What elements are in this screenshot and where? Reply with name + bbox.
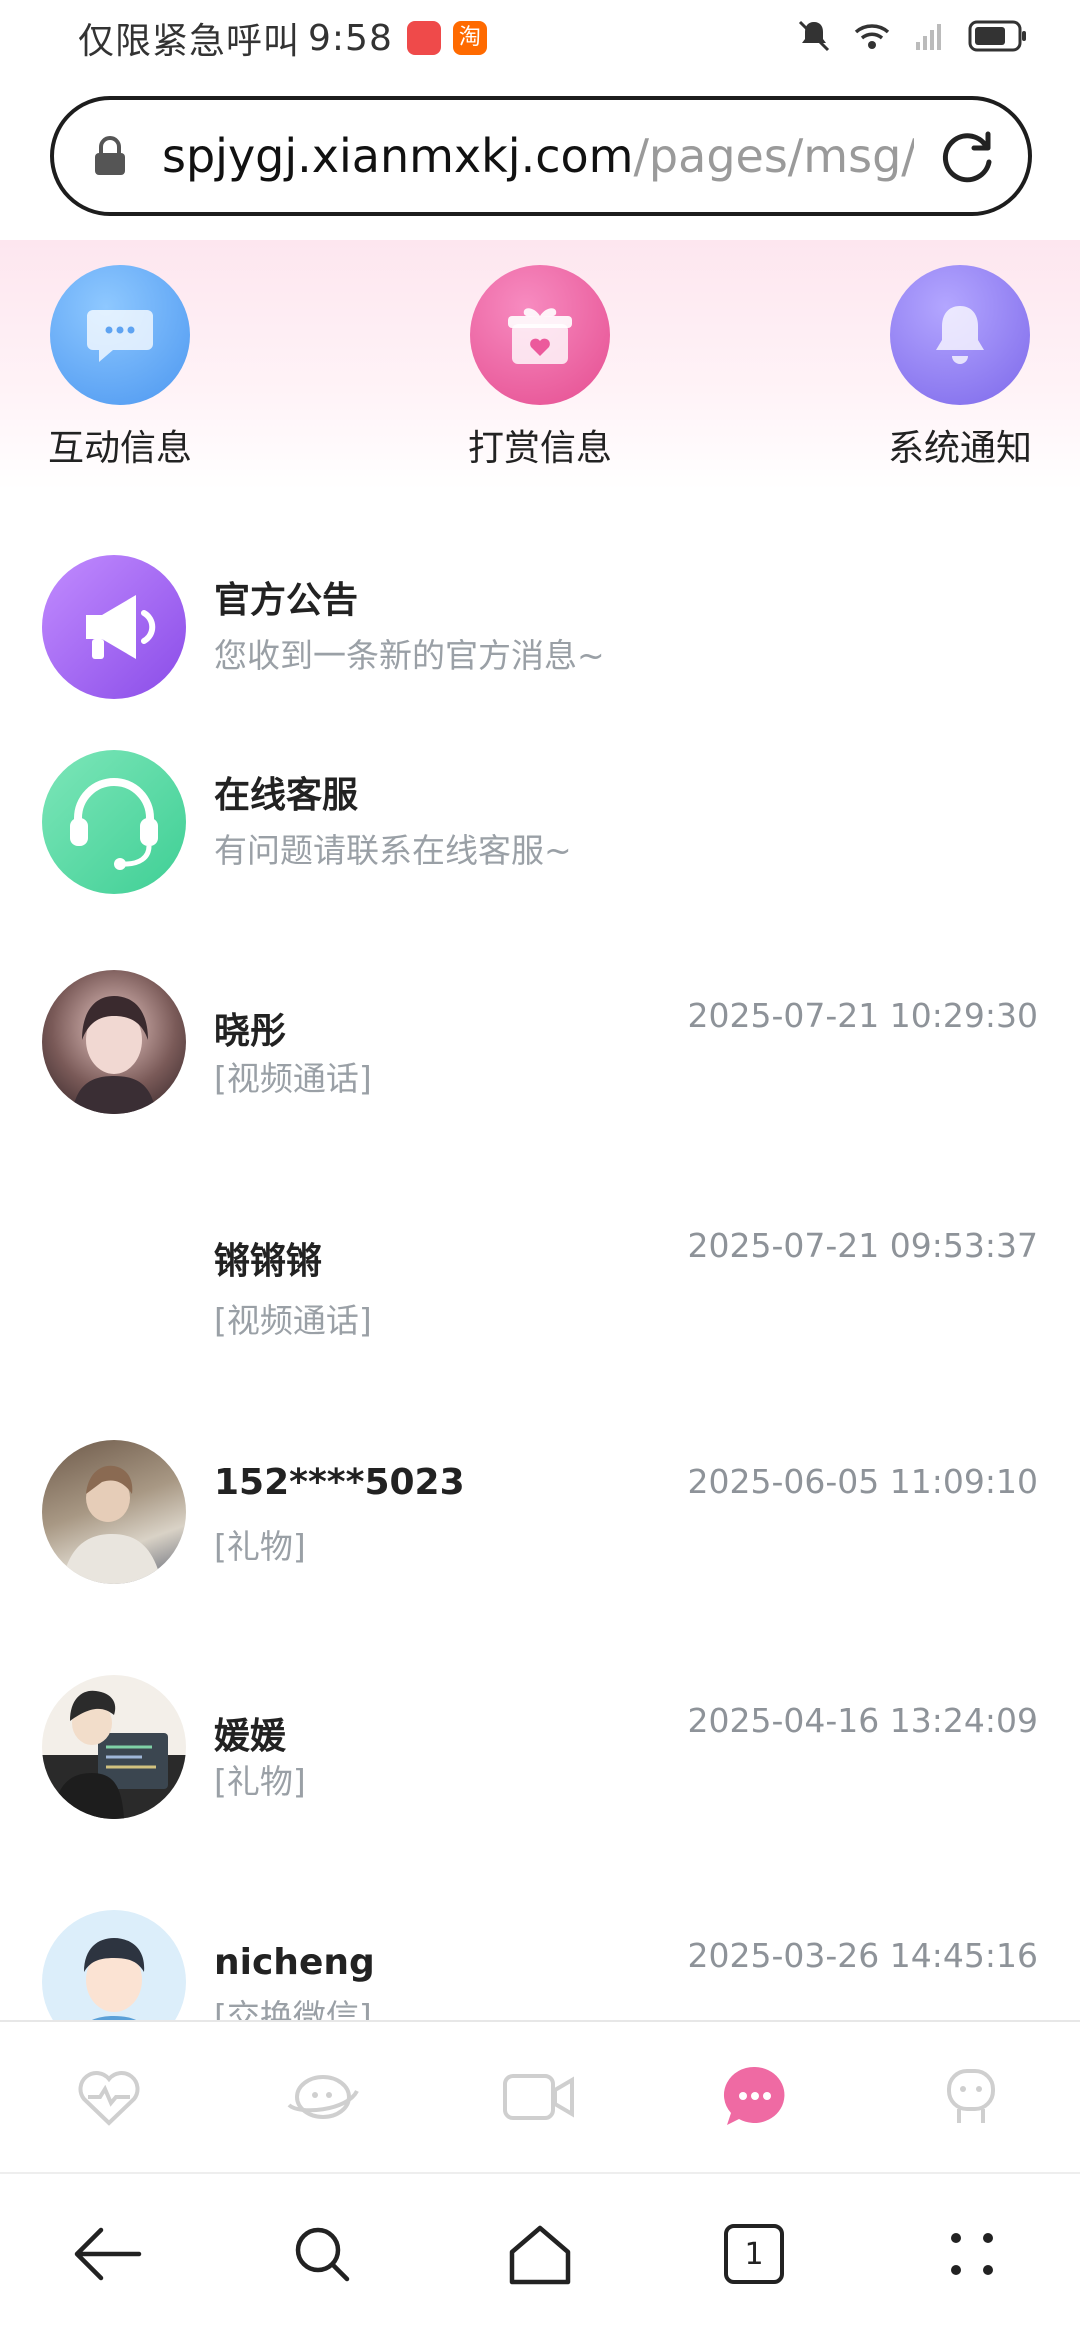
back-arrow-icon bbox=[74, 2227, 142, 2281]
avatar bbox=[42, 1910, 186, 2020]
conversation-time: 2025-03-26 14:45:16 bbox=[687, 1936, 1038, 1975]
conversation-preview: [视频通话] bbox=[214, 1301, 372, 1340]
chat-bubble-icon bbox=[50, 265, 190, 405]
conversation-time: 2025-07-21 09:53:37 bbox=[687, 1226, 1038, 1265]
reload-icon[interactable] bbox=[936, 124, 1000, 188]
gift-icon bbox=[470, 265, 610, 405]
search-icon bbox=[295, 2227, 350, 2282]
home-icon bbox=[509, 2225, 571, 2285]
reward-messages-button[interactable]: 打赏信息 bbox=[440, 265, 640, 471]
conversation-time: 2025-07-21 10:29:30 bbox=[687, 996, 1038, 1035]
clock: 9:58 bbox=[308, 17, 393, 59]
browser-navigation-bar: 1 bbox=[0, 2172, 1080, 2340]
conversation-name: 152****5023 bbox=[214, 1462, 465, 1503]
menu-button[interactable] bbox=[932, 2214, 1012, 2294]
conversation-preview: [礼物] bbox=[214, 1527, 306, 1566]
tab-profile[interactable] bbox=[926, 2052, 1016, 2142]
address-bar[interactable]: spjygj.xianmxkj.com/pages/msg/i bbox=[50, 96, 1032, 216]
tab-planet[interactable] bbox=[278, 2052, 368, 2142]
search-button[interactable] bbox=[282, 2214, 362, 2294]
category-label: 互动信息 bbox=[47, 428, 192, 469]
conversation-name: 锵锵锵 bbox=[214, 1241, 323, 1282]
conversation-preview: [视频通话] bbox=[214, 1059, 372, 1098]
conversation-item[interactable]: 锵锵锵 [视频通话] 2025-07-21 09:53:37 bbox=[0, 1190, 1080, 1350]
conversation-item[interactable]: 晓彤 [视频通话] 2025-07-21 10:29:30 bbox=[0, 960, 1080, 1120]
category-label: 系统通知 bbox=[887, 428, 1032, 469]
avatar bbox=[42, 1440, 186, 1584]
mute-bell-icon bbox=[798, 20, 830, 52]
conversation-item[interactable]: 媛媛 [礼物] 2025-04-16 13:24:09 bbox=[0, 1665, 1080, 1825]
conversation-preview: [交换微信] bbox=[214, 1997, 372, 2020]
conversation-preview: [礼物] bbox=[214, 1762, 306, 1801]
category-label: 打赏信息 bbox=[467, 428, 612, 469]
conversation-item[interactable]: 152****5023 [礼物] 2025-06-05 11:09:10 bbox=[0, 1430, 1080, 1590]
tab-messages[interactable] bbox=[710, 2052, 800, 2142]
network-status-text: 仅限紧急呼叫 bbox=[78, 21, 301, 62]
conversation-preview: 您收到一条新的官方消息~ bbox=[214, 636, 605, 675]
planet-icon bbox=[287, 2075, 359, 2119]
message-icon bbox=[723, 2066, 785, 2125]
avatar bbox=[42, 1675, 186, 1819]
conversation-name: nicheng bbox=[214, 1942, 375, 1983]
status-bar: 仅限紧急呼叫 9:58 淘 bbox=[0, 0, 1080, 78]
tabs-count-icon: 1 bbox=[724, 2224, 784, 2284]
avatar bbox=[42, 970, 186, 1114]
video-icon bbox=[503, 2074, 574, 2120]
customer-service-item[interactable]: 在线客服 有问题请联系在线客服~ bbox=[0, 740, 1080, 900]
url-text[interactable]: spjygj.xianmxkj.com/pages/msg/i bbox=[162, 129, 914, 183]
url-path: /pages/msg/i bbox=[633, 129, 914, 183]
headset-icon bbox=[42, 750, 186, 894]
conversation-item[interactable]: nicheng [交换微信] 2025-03-26 14:45:16 bbox=[0, 1900, 1080, 2020]
megaphone-icon bbox=[42, 555, 186, 699]
wifi-icon bbox=[854, 24, 890, 49]
lock-icon bbox=[95, 136, 125, 175]
taobao-app-icon: 淘 bbox=[452, 21, 487, 55]
tab-video[interactable] bbox=[494, 2052, 584, 2142]
conversation-name: 在线客服 bbox=[214, 775, 359, 816]
more-dots-icon bbox=[951, 2233, 993, 2275]
tabs-button[interactable]: 1 bbox=[714, 2214, 794, 2294]
conversation-name: 媛媛 bbox=[214, 1716, 287, 1757]
back-button[interactable] bbox=[68, 2214, 148, 2294]
bell-icon bbox=[890, 265, 1030, 405]
url-host: spjygj.xianmxkj.com bbox=[162, 129, 634, 183]
system-notice-button[interactable]: 系统通知 bbox=[860, 265, 1060, 471]
conversation-name: 晓彤 bbox=[214, 1011, 287, 1052]
signal-icon bbox=[916, 24, 941, 50]
conversation-time: 2025-04-16 13:24:09 bbox=[687, 1701, 1038, 1740]
conversation-name: 官方公告 bbox=[214, 580, 359, 621]
heart-pulse-icon bbox=[78, 2071, 140, 2126]
home-button[interactable] bbox=[500, 2214, 580, 2294]
tab-heart[interactable] bbox=[64, 2052, 154, 2142]
conversation-preview: 有问题请联系在线客服~ bbox=[214, 831, 572, 870]
robot-icon bbox=[947, 2069, 995, 2123]
bottom-tab-bar bbox=[0, 2020, 1080, 2172]
avatar bbox=[42, 1200, 186, 1344]
huawei-app-icon bbox=[406, 21, 441, 55]
interaction-messages-button[interactable]: 互动信息 bbox=[20, 265, 220, 471]
tab-count: 1 bbox=[744, 2236, 764, 2272]
battery-icon bbox=[968, 20, 1026, 52]
conversation-time: 2025-06-05 11:09:10 bbox=[687, 1462, 1038, 1501]
official-announcement-item[interactable]: 官方公告 您收到一条新的官方消息~ bbox=[0, 545, 1080, 705]
